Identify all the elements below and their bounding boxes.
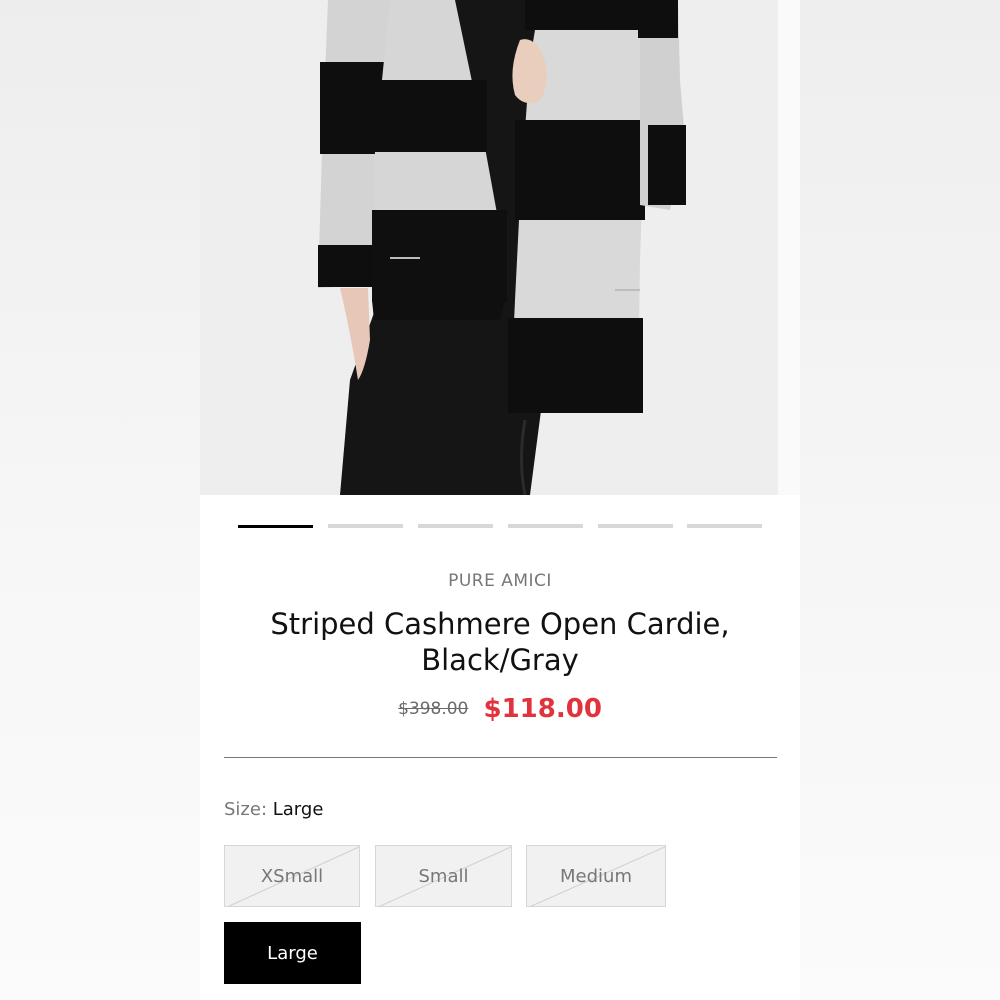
left-backdrop	[0, 0, 200, 1000]
size-option-label: Medium	[560, 865, 632, 887]
size-option-xsmall[interactable]: XSmall	[224, 845, 360, 907]
size-option-label: Small	[418, 865, 469, 887]
size-label: Size:	[224, 799, 268, 820]
right-backdrop	[800, 0, 1000, 1000]
size-selection-label: Size: Large	[224, 799, 323, 820]
image-edge	[778, 0, 800, 495]
carousel-dot-3[interactable]	[418, 524, 493, 528]
carousel-indicators	[238, 524, 766, 530]
carousel-dot-6[interactable]	[687, 524, 762, 528]
size-option-small[interactable]: Small	[375, 845, 512, 907]
size-option-label: Large	[267, 942, 318, 964]
size-option-label: XSmall	[260, 865, 324, 887]
original-price: $398.00	[398, 699, 469, 719]
carousel-dot-1[interactable]	[238, 525, 313, 528]
product-page: PURE AMICI Striped Cashmere Open Cardie,…	[200, 0, 800, 1000]
cardigan-illustration	[200, 0, 778, 495]
size-option-medium[interactable]: Medium	[526, 845, 666, 907]
carousel-dot-2[interactable]	[328, 524, 403, 528]
product-title: Striped Cashmere Open Cardie, Black/Gray	[270, 607, 730, 677]
brand-name[interactable]: PURE AMICI	[200, 571, 800, 591]
selected-size: Large	[272, 799, 324, 820]
product-image[interactable]	[200, 0, 778, 495]
divider	[224, 757, 777, 758]
size-option-large[interactable]: Large	[224, 922, 361, 984]
sale-price: $118.00	[483, 694, 602, 724]
price-block: $398.00 $118.00	[200, 694, 800, 724]
carousel-dot-4[interactable]	[508, 524, 583, 528]
carousel-dot-5[interactable]	[598, 524, 673, 528]
